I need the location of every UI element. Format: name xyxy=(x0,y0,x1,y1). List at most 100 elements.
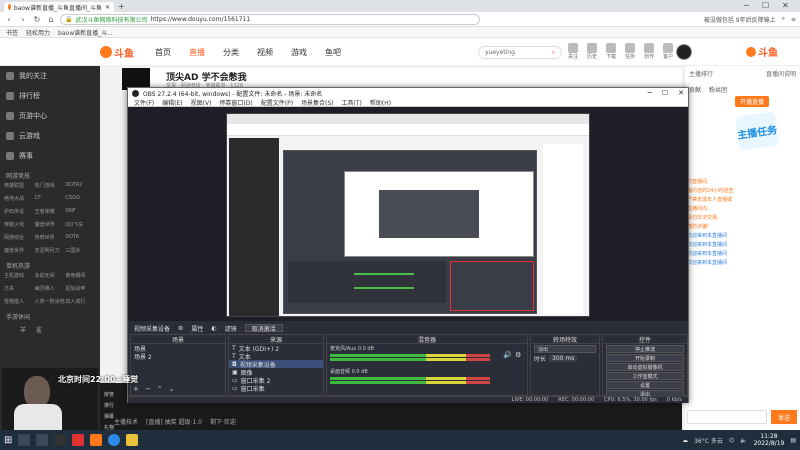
menu-docks[interactable]: 停靠窗口(D) xyxy=(219,98,252,107)
search-icon[interactable]: ⌕ xyxy=(552,49,555,57)
bookmark-0[interactable]: 书签 xyxy=(6,28,18,37)
task-header-item[interactable]: 任务 xyxy=(625,43,635,60)
scene-item[interactable]: 场景 2 xyxy=(131,352,225,361)
sidebar-category[interactable]: CF xyxy=(35,195,66,202)
remove-icon[interactable]: − xyxy=(145,385,151,393)
sidebar-category[interactable]: 人类一败涂地 xyxy=(35,298,66,305)
client-header-item[interactable]: 客户 xyxy=(663,43,673,60)
gear-icon[interactable]: ⚙ xyxy=(515,351,521,359)
back-icon[interactable]: ‹ xyxy=(4,15,14,24)
follow-header-item[interactable]: 关注 xyxy=(568,43,578,60)
transition-duration-input[interactable]: 300 ms xyxy=(549,354,578,362)
notification-icon[interactable]: ▤ xyxy=(790,437,796,444)
deactivate-button[interactable]: 取消激活 xyxy=(244,324,283,333)
forward-icon[interactable]: › xyxy=(18,15,28,24)
url-field[interactable]: 🔒 武汉斗鱼网络科技有限公司 https://www.douyu.com/156… xyxy=(60,13,480,25)
close-icon[interactable]: ✕ xyxy=(678,89,684,97)
chat-input[interactable] xyxy=(687,410,767,424)
sidebar-category[interactable]: 绝地大战 xyxy=(4,195,35,202)
bookmark-2[interactable]: baow谱新直播_斗... xyxy=(58,28,113,37)
sidebar-category[interactable]: CSGO xyxy=(65,195,96,202)
gear-icon[interactable]: ⚙ xyxy=(178,325,183,332)
tab-fanclub[interactable]: 粉丝团 xyxy=(709,85,727,94)
rank-link[interactable]: 主播排行 xyxy=(689,69,713,78)
player-item[interactable]: 弹幕 xyxy=(104,413,114,420)
volume-meter[interactable] xyxy=(330,354,490,357)
obs-preview[interactable] xyxy=(128,107,688,321)
netease-taskbar-icon[interactable] xyxy=(72,434,85,446)
browser-tab[interactable]: baow谱新直播_斗鱼直播间_斗鱼 ✕ xyxy=(4,2,114,12)
sidebar-category[interactable]: DOTA xyxy=(65,234,96,241)
taskbar-clock[interactable]: 11:28 2022/8/19 xyxy=(754,433,785,447)
nav-video[interactable]: 视频 xyxy=(257,47,273,58)
maximize-icon[interactable]: ☐ xyxy=(762,1,769,10)
volume-meter[interactable] xyxy=(330,377,490,380)
filter-icon[interactable]: ◐ xyxy=(211,325,216,332)
sidebar-item-webgame[interactable]: 页游中心 xyxy=(0,106,100,126)
sidebar-category[interactable]: 穿越火线 xyxy=(4,221,35,228)
sidebar-item-events[interactable]: 赛事 xyxy=(0,146,100,166)
new-tab-icon[interactable]: + xyxy=(118,2,125,12)
douyu-taskbar-icon[interactable] xyxy=(90,434,103,446)
transition-select[interactable]: 淡出 xyxy=(534,345,596,353)
sidebar-item-follow[interactable]: 我的关注 xyxy=(0,66,100,86)
start-live-button[interactable]: 开播直播 xyxy=(735,96,769,107)
send-button[interactable]: 发送 xyxy=(771,410,797,424)
network-icon[interactable]: ⌬ xyxy=(729,437,734,444)
sidebar-category[interactable]: 炉石传说 xyxy=(4,208,35,215)
tab-contribution[interactable]: 贡献 xyxy=(689,85,701,94)
volume-icon[interactable]: 🔈 xyxy=(740,437,747,444)
sidebar-category[interactable]: 主机游戏 xyxy=(4,272,35,279)
user-avatar[interactable] xyxy=(676,44,692,60)
volume-meter[interactable] xyxy=(330,381,490,384)
nav-yuba[interactable]: 鱼吧 xyxy=(325,47,341,58)
sidebar-category[interactable]: 三国杀 xyxy=(65,247,96,254)
menu-help[interactable]: 帮助(H) xyxy=(370,98,391,107)
player-item[interactable]: 房管 xyxy=(104,391,114,398)
filters-button[interactable]: 滤镜 xyxy=(225,324,237,333)
menu-profile[interactable]: 配置文件(P) xyxy=(261,98,293,107)
sidebar-category[interactable]: 幽灵推人 xyxy=(35,285,66,292)
player-item[interactable]: 排行 xyxy=(104,402,114,409)
player-bottom-item[interactable]: 主播技术 xyxy=(114,417,138,426)
explorer-taskbar-icon[interactable] xyxy=(126,434,139,446)
create-header-item[interactable]: 创作 xyxy=(644,43,654,60)
minimize-icon[interactable]: ─ xyxy=(648,89,652,97)
volume-meter[interactable] xyxy=(330,358,490,361)
menu-scene-collection[interactable]: 场景集合(S) xyxy=(301,98,334,107)
sidebar-category[interactable]: 王者荣耀 xyxy=(35,208,66,215)
weather-text[interactable]: 36°C 多云 xyxy=(694,436,723,445)
obs-taskbar-icon[interactable] xyxy=(54,434,67,446)
virtual-camera-button[interactable]: 启动虚拟摄像机 xyxy=(606,363,684,371)
nav-category[interactable]: 分类 xyxy=(223,47,239,58)
nav-game[interactable]: 游戏 xyxy=(291,47,307,58)
guide-link[interactable]: 直播间说明 xyxy=(766,69,796,78)
streamer-task-badge[interactable]: 主播任务 xyxy=(734,111,780,151)
refresh-icon[interactable]: ↻ xyxy=(32,15,42,24)
sidebar-category[interactable]: 天涯明月刀 xyxy=(35,247,66,254)
douyu-logo[interactable]: 斗鱼 xyxy=(100,43,138,61)
start-recording-button[interactable]: 开始录制 xyxy=(606,354,684,362)
taskview-icon[interactable] xyxy=(36,434,49,446)
player-bottom-item[interactable]: 剩下·欢迎 xyxy=(210,417,236,426)
properties-button[interactable]: 属性 xyxy=(191,324,203,333)
sidebar-category[interactable]: 永劫无间 xyxy=(35,272,66,279)
search-input[interactable]: yueyeting ⌕ xyxy=(478,46,562,59)
sidebar-category[interactable]: 双人成行 xyxy=(65,298,96,305)
maximize-icon[interactable]: ☐ xyxy=(662,89,668,97)
sidebar-category[interactable]: 怪物猎人 xyxy=(4,298,35,305)
stop-streaming-button[interactable]: 停止推流 xyxy=(606,345,684,353)
search-icon[interactable] xyxy=(18,434,31,446)
sidebar-category[interactable]: 热门游戏 xyxy=(35,182,66,189)
sidebar-category[interactable]: 星际战甲 xyxy=(65,285,96,292)
player-bottom-item[interactable]: [直播] 抽奖 超级·1.0 xyxy=(146,417,202,426)
bookmark-1[interactable]: 轻松用力 xyxy=(26,28,50,37)
history-header-item[interactable]: 历史 xyxy=(587,43,597,60)
download-header-item[interactable]: 下载 xyxy=(606,43,616,60)
close-window-icon[interactable]: ✕ xyxy=(782,1,789,10)
sidebar-char[interactable]: 鲨 xyxy=(36,325,42,334)
sidebar-category[interactable]: 网游综合 xyxy=(4,234,35,241)
close-icon[interactable]: ✕ xyxy=(105,4,110,11)
search-icon[interactable]: ⌕ xyxy=(782,15,785,23)
menu-file[interactable]: 文件(F) xyxy=(134,98,154,107)
